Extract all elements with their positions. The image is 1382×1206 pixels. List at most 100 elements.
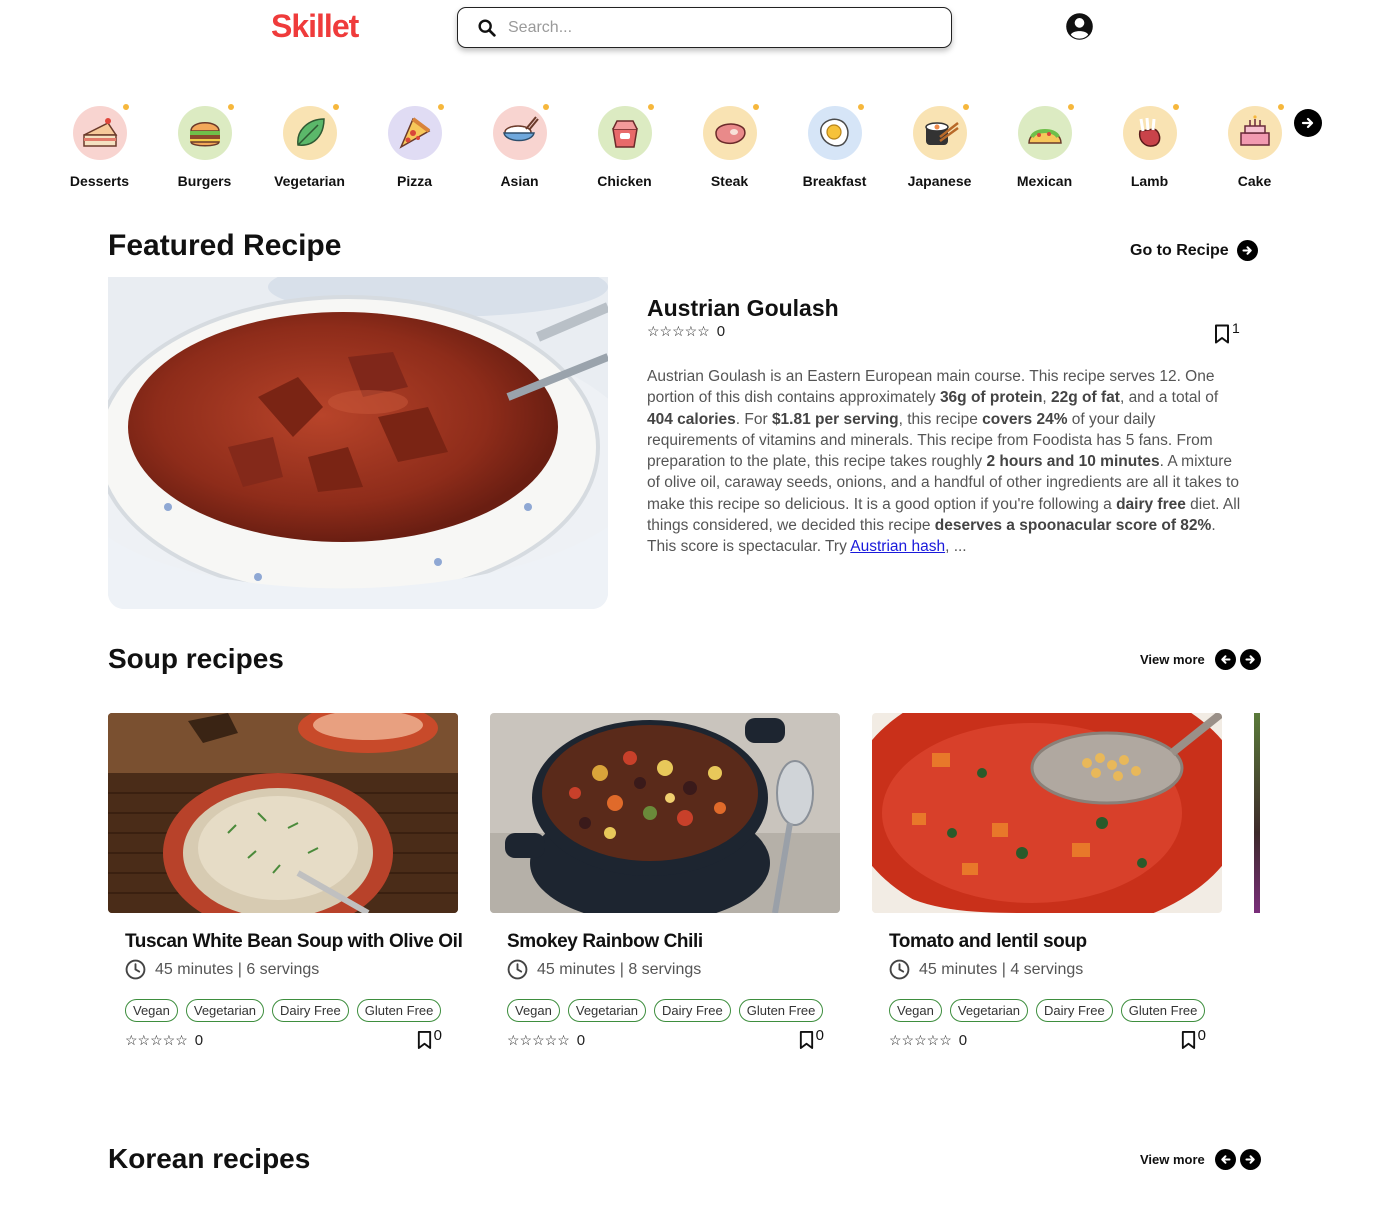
bookmark-button[interactable]: 0 (798, 1027, 824, 1050)
star-rating-icon[interactable]: ☆☆☆☆☆ (647, 323, 710, 340)
diet-tag[interactable]: Vegetarian (949, 999, 1029, 1022)
diet-tag[interactable]: Gluten Free (356, 999, 442, 1022)
korean-view-more: View more (1140, 1149, 1261, 1170)
category-breakfast[interactable]: Breakfast (782, 103, 887, 189)
recipe-card[interactable]: Smokey Rainbow Chili 45 minutes | 8 serv… (490, 713, 840, 1050)
category-mexican[interactable]: Mexican (992, 103, 1097, 189)
category-label: Breakfast (802, 173, 867, 189)
diet-tag[interactable]: Vegetarian (185, 999, 265, 1022)
arrow-left-icon[interactable] (1214, 1149, 1236, 1170)
bookmark-count: 0 (815, 1027, 824, 1044)
category-label: Cake (1237, 173, 1272, 189)
account-icon[interactable] (1065, 12, 1094, 41)
search-input[interactable] (508, 18, 928, 37)
arrow-right-icon[interactable] (1239, 649, 1261, 670)
category-pizza[interactable]: Pizza (362, 103, 467, 189)
diet-tag[interactable]: Vegetarian (567, 999, 647, 1022)
diet-tag[interactable]: Vegan (125, 999, 178, 1022)
view-more-link[interactable]: View more (1140, 652, 1205, 667)
arrow-left-icon[interactable] (1214, 649, 1236, 670)
cake-slice-icon (70, 103, 130, 163)
diet-tag[interactable]: Dairy Free (654, 999, 731, 1022)
category-japanese[interactable]: Japanese (887, 103, 992, 189)
categories-next-button[interactable] (1294, 109, 1322, 137)
recipe-tags: Vegan Vegetarian Dairy Free Gluten Free (889, 999, 1222, 1022)
featured-bookmark-button[interactable]: 1 (1213, 320, 1240, 344)
recipe-image[interactable] (108, 713, 458, 913)
recipe-rating[interactable]: ☆☆☆☆☆ 0 (507, 1032, 585, 1049)
star-rating-icon[interactable]: ☆☆☆☆☆ (889, 1032, 952, 1049)
diet-tag[interactable]: Dairy Free (272, 999, 349, 1022)
recipe-title[interactable]: Smokey Rainbow Chili (507, 931, 840, 953)
soup-section-title: Soup recipes (108, 643, 284, 674)
next-card-peek[interactable] (1254, 713, 1260, 913)
category-chicken[interactable]: Chicken (572, 103, 677, 189)
category-label: Chicken (597, 173, 652, 189)
bookmark-icon (1181, 1031, 1195, 1049)
category-lamb[interactable]: Lamb (1097, 103, 1202, 189)
arrow-right-icon (1236, 240, 1258, 261)
featured-recipe-image[interactable] (108, 277, 608, 609)
search-bar[interactable] (457, 7, 952, 48)
recipe-meta: 45 minutes | 4 servings (889, 959, 1222, 980)
recipe-tags: Vegan Vegetarian Dairy Free Gluten Free (125, 999, 458, 1022)
recipe-time-servings: 45 minutes | 4 servings (919, 960, 1084, 978)
recipe-title[interactable]: Tomato and lentil soup (889, 931, 1222, 953)
category-vegetarian[interactable]: Vegetarian (257, 103, 362, 189)
recipe-title[interactable]: Tuscan White Bean Soup with Olive Oil (125, 931, 463, 953)
category-label: Vegetarian (274, 173, 345, 189)
recipe-rating[interactable]: ☆☆☆☆☆ 0 (125, 1032, 203, 1049)
recipe-meta: 45 minutes | 6 servings (125, 959, 458, 980)
category-asian[interactable]: Asian (467, 103, 572, 189)
go-to-recipe-label: Go to Recipe (1130, 241, 1229, 259)
takeout-box-icon (595, 103, 655, 163)
recipe-card[interactable]: Tomato and lentil soup 45 minutes | 4 se… (872, 713, 1222, 1050)
fried-egg-icon (805, 103, 865, 163)
recipe-image[interactable] (490, 713, 840, 913)
bookmark-icon (1215, 324, 1229, 344)
recipe-footer: ☆☆☆☆☆ 0 0 (889, 1027, 1206, 1050)
soup-view-more: View more (1140, 649, 1261, 670)
bookmark-icon (799, 1031, 813, 1049)
recipe-card[interactable]: Tuscan White Bean Soup with Olive Oil 45… (108, 713, 463, 1050)
bookmark-button[interactable]: 0 (1180, 1027, 1206, 1050)
category-strip: Desserts Burgers Vegetarian Pizza Asian (47, 103, 1307, 189)
view-more-link[interactable]: View more (1140, 1152, 1205, 1167)
recipe-time-servings: 45 minutes | 6 servings (155, 960, 320, 978)
category-cake[interactable]: Cake (1202, 103, 1307, 189)
diet-tag[interactable]: Dairy Free (1036, 999, 1113, 1022)
search-icon (478, 18, 496, 37)
logo[interactable]: Skillet (271, 8, 359, 45)
bookmark-button[interactable]: 0 (416, 1027, 442, 1050)
recipe-rating[interactable]: ☆☆☆☆☆ 0 (889, 1032, 967, 1049)
category-label: Lamb (1130, 173, 1169, 189)
diet-tag[interactable]: Vegan (507, 999, 560, 1022)
star-rating-icon[interactable]: ☆☆☆☆☆ (507, 1032, 570, 1049)
rice-bowl-icon (490, 103, 550, 163)
featured-recipe-summary: Austrian Goulash is an Eastern European … (647, 368, 1241, 556)
diet-tag[interactable]: Gluten Free (738, 999, 824, 1022)
clock-icon (889, 959, 910, 980)
austrian-hash-link[interactable]: Austrian hash (850, 538, 945, 555)
category-steak[interactable]: Steak (677, 103, 782, 189)
category-burgers[interactable]: Burgers (152, 103, 257, 189)
recipe-tags: Vegan Vegetarian Dairy Free Gluten Free (507, 999, 840, 1022)
taco-icon (1015, 103, 1075, 163)
diet-tag[interactable]: Gluten Free (1120, 999, 1206, 1022)
featured-recipe-title[interactable]: Austrian Goulash (647, 295, 839, 322)
featured-rating[interactable]: ☆☆☆☆☆ 0 (647, 323, 725, 340)
bookmark-icon (417, 1031, 431, 1049)
go-to-recipe-link[interactable]: Go to Recipe (1130, 240, 1258, 261)
rating-count: 0 (194, 1031, 204, 1049)
recipe-image[interactable] (872, 713, 1222, 913)
arrow-right-icon (1301, 117, 1314, 129)
rating-count: 0 (958, 1031, 968, 1049)
arrow-right-icon[interactable] (1239, 1149, 1261, 1170)
rating-count: 0 (576, 1031, 586, 1049)
recipe-meta: 45 minutes | 8 servings (507, 959, 840, 980)
recipe-footer: ☆☆☆☆☆ 0 0 (125, 1027, 442, 1050)
diet-tag[interactable]: Vegan (889, 999, 942, 1022)
star-rating-icon[interactable]: ☆☆☆☆☆ (125, 1032, 188, 1049)
category-desserts[interactable]: Desserts (47, 103, 152, 189)
korean-section-title: Korean recipes (108, 1143, 311, 1174)
